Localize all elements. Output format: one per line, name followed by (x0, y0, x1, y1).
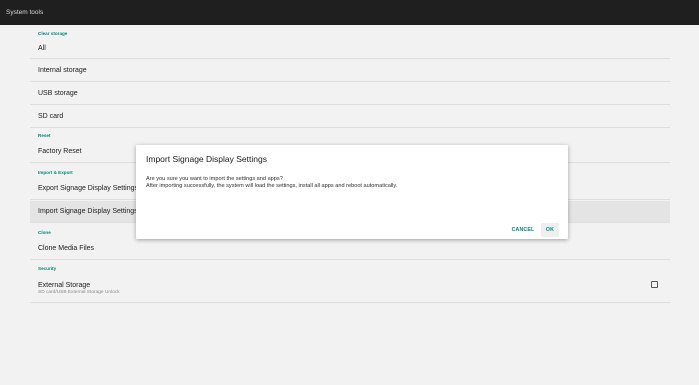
dialog-message: Are you sure you want to import the sett… (146, 176, 397, 189)
cancel-button[interactable]: CANCEL (508, 223, 538, 237)
dialog-message-line: Are you sure you want to import the sett… (146, 176, 283, 182)
dialog-title: Import Signage Display Settings (146, 154, 267, 164)
import-settings-dialog: Import Signage Display Settings Are you … (136, 145, 568, 239)
dialog-message-line: After importing successfully, the system… (146, 182, 398, 189)
ok-button[interactable]: OK (541, 223, 559, 237)
